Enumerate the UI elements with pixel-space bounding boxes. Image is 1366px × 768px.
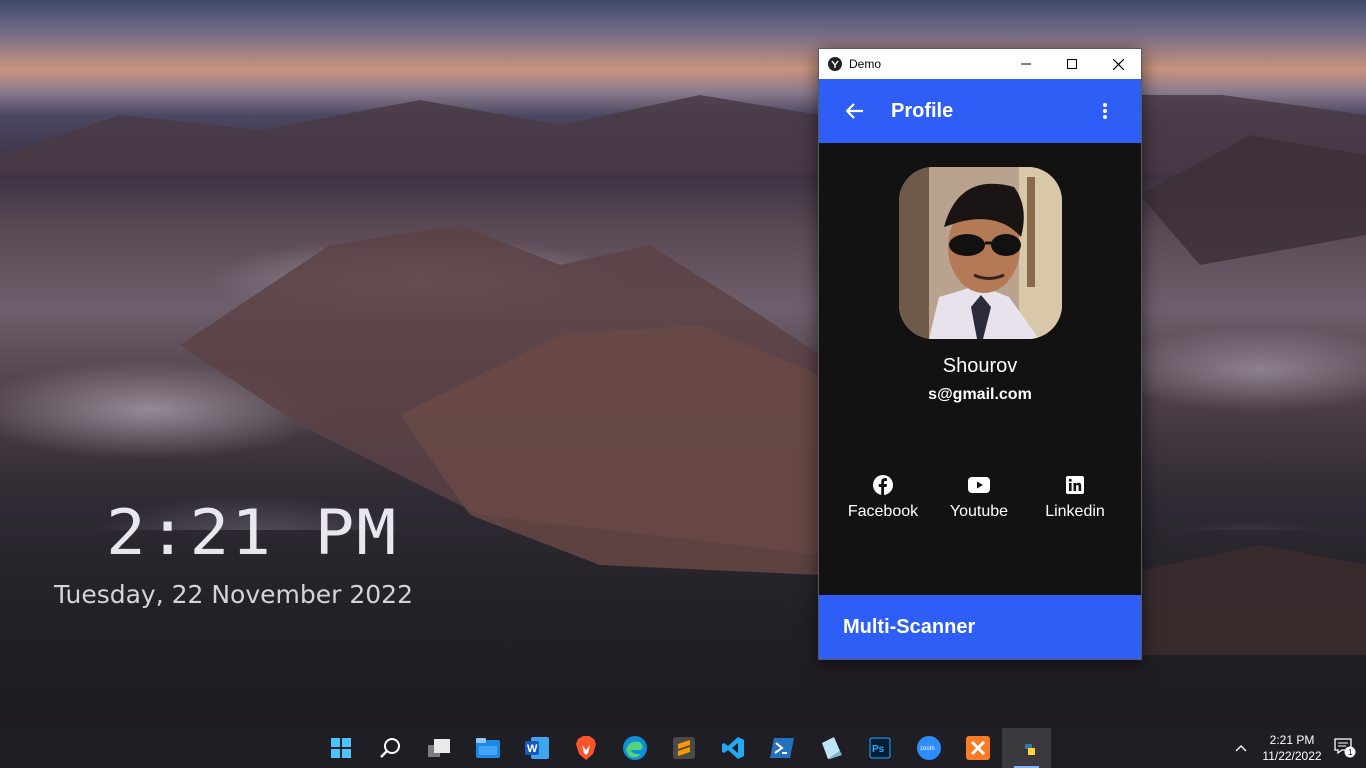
desktop-clock-date: Tuesday, 22 November 2022 <box>54 580 413 609</box>
youtube-link[interactable]: Youtube <box>931 473 1027 521</box>
task-view-icon[interactable] <box>414 728 463 768</box>
profile-name: Shourov <box>942 355 1018 377</box>
wallpaper-clouds <box>0 190 1366 530</box>
more-vert-icon[interactable] <box>1069 79 1141 143</box>
facebook-icon <box>835 473 931 497</box>
svg-text:zoom: zoom <box>920 746 935 752</box>
notification-icon[interactable]: 1 <box>1324 738 1366 758</box>
window-titlebar[interactable]: Demo <box>819 49 1141 79</box>
sublime-text-icon[interactable] <box>659 728 708 768</box>
linkedin-icon <box>1027 473 1123 497</box>
tray-date: 11/22/2022 <box>1262 749 1322 763</box>
brave-icon[interactable] <box>561 728 610 768</box>
search-icon[interactable] <box>365 728 414 768</box>
close-icon[interactable] <box>1095 49 1141 79</box>
footer-title: Multi-Scanner <box>843 615 976 638</box>
linkedin-link[interactable]: Linkedin <box>1027 473 1123 521</box>
app-logo-icon <box>828 57 842 71</box>
file-explorer-icon[interactable] <box>463 728 512 768</box>
system-tray: 2:21 PM 11/22/2022 1 <box>1230 728 1366 768</box>
taskbar: W Ps zoom 2:21 PM 11/22/2022 1 <box>0 728 1366 768</box>
minimize-icon[interactable] <box>1003 49 1049 79</box>
app-icon[interactable] <box>806 728 855 768</box>
powershell-icon[interactable] <box>757 728 806 768</box>
word-icon[interactable]: W <box>512 728 561 768</box>
wallpaper-mountains <box>0 95 1366 655</box>
taskbar-apps: W Ps zoom <box>316 728 1051 768</box>
vscode-icon[interactable] <box>708 728 757 768</box>
page-title: Profile <box>891 99 954 122</box>
facebook-label: Facebook <box>847 503 919 520</box>
notification-count: 1 <box>1348 748 1353 757</box>
tray-clock[interactable]: 2:21 PM 11/22/2022 <box>1260 732 1324 764</box>
svg-text:W: W <box>527 743 538 755</box>
windows-start-icon[interactable] <box>316 728 365 768</box>
xampp-icon[interactable] <box>953 728 1002 768</box>
edge-icon[interactable] <box>610 728 659 768</box>
profile-app-bar: Profile <box>819 79 1141 143</box>
zoom-icon[interactable]: zoom <box>904 728 953 768</box>
photoshop-icon[interactable]: Ps <box>855 728 904 768</box>
window-title: Demo <box>849 57 882 71</box>
linkedin-label: Linkedin <box>1045 503 1105 520</box>
tray-time: 2:21 PM <box>1269 733 1315 747</box>
maximize-icon[interactable] <box>1049 49 1095 79</box>
avatar <box>899 167 1062 339</box>
youtube-label: Youtube <box>949 503 1009 520</box>
arrow-left-icon[interactable] <box>819 79 891 143</box>
chevron-up-icon[interactable] <box>1230 744 1252 752</box>
facebook-link[interactable]: Facebook <box>835 473 931 521</box>
python-icon[interactable] <box>1002 728 1051 768</box>
youtube-icon <box>931 473 1027 497</box>
profile-email: s@gmail.com <box>928 386 1032 403</box>
demo-app-window: Demo Profile Shourov s@gmail.com Faceboo… <box>818 48 1142 660</box>
bottom-app-bar: Multi-Scanner <box>819 595 1141 659</box>
svg-text:Ps: Ps <box>872 744 885 755</box>
desktop-clock-time: 2:21 PM <box>106 495 399 570</box>
